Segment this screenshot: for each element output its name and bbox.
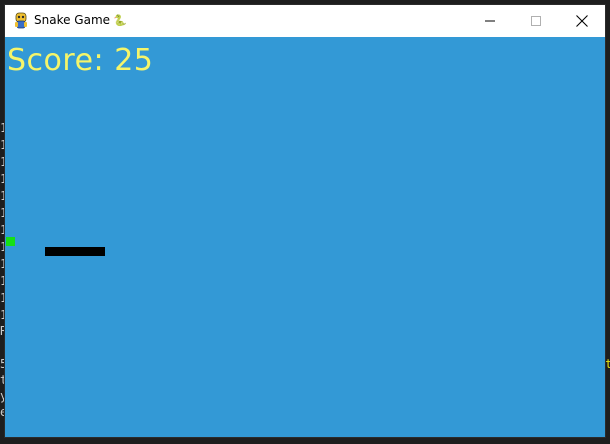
food-pellet <box>6 237 15 246</box>
close-icon <box>576 15 588 27</box>
score-label: Score: <box>7 43 105 78</box>
score-display: Score: 25 <box>7 43 153 78</box>
maximize-button[interactable] <box>513 5 559 37</box>
minimize-button[interactable] <box>467 5 513 37</box>
minimize-icon <box>485 20 495 22</box>
terminal-char: t <box>605 357 610 371</box>
game-window: Snake Game 🐍 Score: 25 <box>5 5 605 437</box>
pygame-snake-icon <box>15 12 27 29</box>
maximize-icon <box>531 16 541 26</box>
snake-body <box>45 247 105 256</box>
game-canvas[interactable]: Score: 25 <box>5 37 605 437</box>
window-title-text: Snake Game <box>34 13 111 27</box>
close-button[interactable] <box>559 5 605 37</box>
snake-emoji-icon: 🐍 <box>113 14 127 27</box>
title-bar[interactable]: Snake Game 🐍 <box>5 5 605 37</box>
score-value: 25 <box>114 43 154 78</box>
window-title: Snake Game 🐍 <box>34 13 127 27</box>
